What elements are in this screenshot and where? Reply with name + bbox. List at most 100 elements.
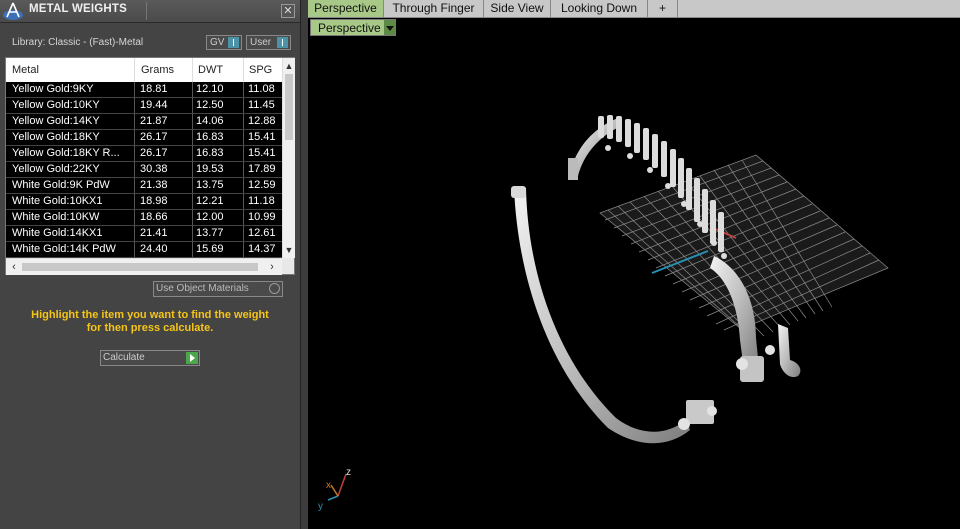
- spg-cell: 15.41: [248, 147, 276, 159]
- dwt-cell: 12.50: [196, 99, 224, 111]
- tab-side-view[interactable]: Side View: [484, 0, 551, 17]
- table-row[interactable]: Yellow Gold:9KY 18.81 12.10 11.08: [6, 82, 282, 98]
- metal-cell: Yellow Gold:10KY: [12, 99, 100, 111]
- table-row[interactable]: White Gold:10KX1 18.98 12.21 11.18: [6, 194, 282, 210]
- cell-divider: [134, 162, 135, 177]
- scroll-left-icon[interactable]: ‹: [7, 260, 21, 274]
- grams-cell: 19.44: [140, 99, 168, 111]
- vertical-scroll-thumb[interactable]: [285, 74, 293, 140]
- grams-cell: 24.40: [140, 243, 168, 255]
- grams-cell: 18.66: [140, 211, 168, 223]
- table-row[interactable]: Yellow Gold:18KY R... 26.17 16.83 15.41: [6, 146, 282, 162]
- axis-label-x: x: [326, 480, 331, 491]
- table-row[interactable]: White Gold:10KW 18.66 12.00 10.99: [6, 210, 282, 226]
- library-label: Library: Classic - (Fast)-Metal: [12, 37, 144, 48]
- metal-cell: White Gold:14KX1: [12, 227, 103, 239]
- column-header-spg[interactable]: SPG: [249, 64, 272, 76]
- spg-cell: 14.37: [248, 243, 276, 255]
- spg-cell: 10.99: [248, 211, 276, 223]
- panel-title: METAL WEIGHTS: [29, 3, 128, 15]
- cell-divider: [243, 114, 244, 129]
- dwt-cell: 15.69: [196, 243, 224, 255]
- hinge-ball: [707, 406, 717, 416]
- axis-label-y: y: [318, 501, 323, 512]
- cell-divider: [134, 178, 135, 193]
- toggle-switch-icon: [277, 37, 288, 48]
- metal-cell: White Gold:10KW: [12, 211, 100, 223]
- 3d-viewport[interactable]: z y x: [308, 38, 960, 529]
- grams-cell: 26.17: [140, 131, 168, 143]
- cell-divider: [134, 130, 135, 145]
- calculate-button[interactable]: Calculate: [100, 350, 200, 366]
- cell-divider: [243, 146, 244, 161]
- radio-icon[interactable]: [269, 283, 280, 294]
- metal-cell: White Gold:10KX1: [12, 195, 103, 207]
- spg-cell: 11.18: [248, 195, 275, 207]
- spg-cell: 12.88: [248, 115, 276, 127]
- metal-cell: White Gold:14K PdW: [12, 243, 116, 255]
- dwt-cell: 13.75: [196, 179, 224, 191]
- grams-cell: 21.38: [140, 179, 168, 191]
- clasp-latch: [778, 324, 801, 378]
- scroll-right-icon[interactable]: ›: [265, 260, 279, 274]
- viewport-scene: z y x: [318, 115, 889, 512]
- cell-divider: [192, 178, 193, 193]
- add-tab-icon[interactable]: +: [648, 0, 678, 17]
- table-row[interactable]: Yellow Gold:22KY 30.38 19.53 17.89: [6, 162, 282, 178]
- table-row[interactable]: Yellow Gold:18KY 26.17 16.83 15.41: [6, 130, 282, 146]
- user-toggle-label: User: [250, 37, 272, 48]
- grams-cell: 18.81: [140, 83, 168, 95]
- tab-looking-down[interactable]: Looking Down: [551, 0, 648, 17]
- dwt-cell: 12.00: [196, 211, 224, 223]
- metal-cell: Yellow Gold:14KY: [12, 115, 100, 127]
- table-row[interactable]: White Gold:14KX1 21.41 13.77 12.61: [6, 226, 282, 242]
- viewport-header: Perspective: [308, 18, 960, 38]
- horizontal-scroll-thumb[interactable]: [22, 263, 258, 271]
- ring-shoulder: [568, 158, 578, 180]
- tab-perspective[interactable]: Perspective: [308, 0, 384, 17]
- grams-cell: 21.41: [140, 227, 168, 239]
- dwt-cell: 16.83: [196, 131, 224, 143]
- cell-divider: [134, 194, 135, 209]
- metal-table: Metal Grams DWT SPG Yellow Gold:9KY 18.8…: [5, 57, 295, 275]
- use-object-materials-option[interactable]: Use Object Materials: [153, 281, 283, 297]
- dwt-cell: 13.77: [196, 227, 224, 239]
- gv-toggle[interactable]: GV: [206, 35, 242, 50]
- cell-divider: [243, 178, 244, 193]
- table-row[interactable]: Yellow Gold:14KY 21.87 14.06 12.88: [6, 114, 282, 130]
- dwt-cell: 16.83: [196, 147, 224, 159]
- grams-cell: 21.87: [140, 115, 168, 127]
- cell-divider: [243, 82, 244, 97]
- table-row[interactable]: White Gold:9K PdW 21.38 13.75 12.59: [6, 178, 282, 194]
- vertical-scrollbar[interactable]: ▲ ▼: [282, 58, 295, 258]
- column-header-grams[interactable]: Grams: [141, 64, 174, 76]
- dwt-cell: 19.53: [196, 163, 224, 175]
- spg-cell: 17.89: [248, 163, 276, 175]
- column-header-metal[interactable]: Metal: [12, 64, 39, 76]
- scroll-up-icon[interactable]: ▲: [283, 60, 295, 72]
- cell-divider: [192, 130, 193, 145]
- play-icon[interactable]: [186, 352, 198, 364]
- table-row[interactable]: White Gold:14K PdW 24.40 15.69 14.37: [6, 242, 282, 258]
- spg-cell: 15.41: [248, 131, 276, 143]
- metal-cell: Yellow Gold:22KY: [12, 163, 100, 175]
- cell-divider: [243, 162, 244, 177]
- axis-label-z: z: [346, 467, 351, 478]
- scroll-down-icon[interactable]: ▼: [283, 244, 295, 256]
- column-divider: [243, 58, 244, 82]
- view-dropdown[interactable]: Perspective: [310, 19, 396, 36]
- table-row[interactable]: Yellow Gold:10KY 19.44 12.50 11.45: [6, 98, 282, 114]
- horizontal-scrollbar[interactable]: ‹ ›: [6, 258, 282, 275]
- cell-divider: [134, 226, 135, 241]
- cell-divider: [134, 98, 135, 113]
- cell-divider: [134, 242, 135, 257]
- hinge-ball: [678, 418, 690, 430]
- table-header: Metal Grams DWT SPG: [6, 58, 282, 83]
- metal-weights-panel: METAL WEIGHTS ✕ Library: Classic - (Fast…: [0, 0, 301, 529]
- tab-through-finger[interactable]: Through Finger: [384, 0, 484, 17]
- spg-cell: 11.08: [248, 83, 275, 95]
- user-toggle[interactable]: User: [246, 35, 291, 50]
- calculate-label: Calculate: [103, 352, 145, 363]
- close-icon[interactable]: ✕: [281, 4, 295, 18]
- column-header-dwt[interactable]: DWT: [198, 64, 223, 76]
